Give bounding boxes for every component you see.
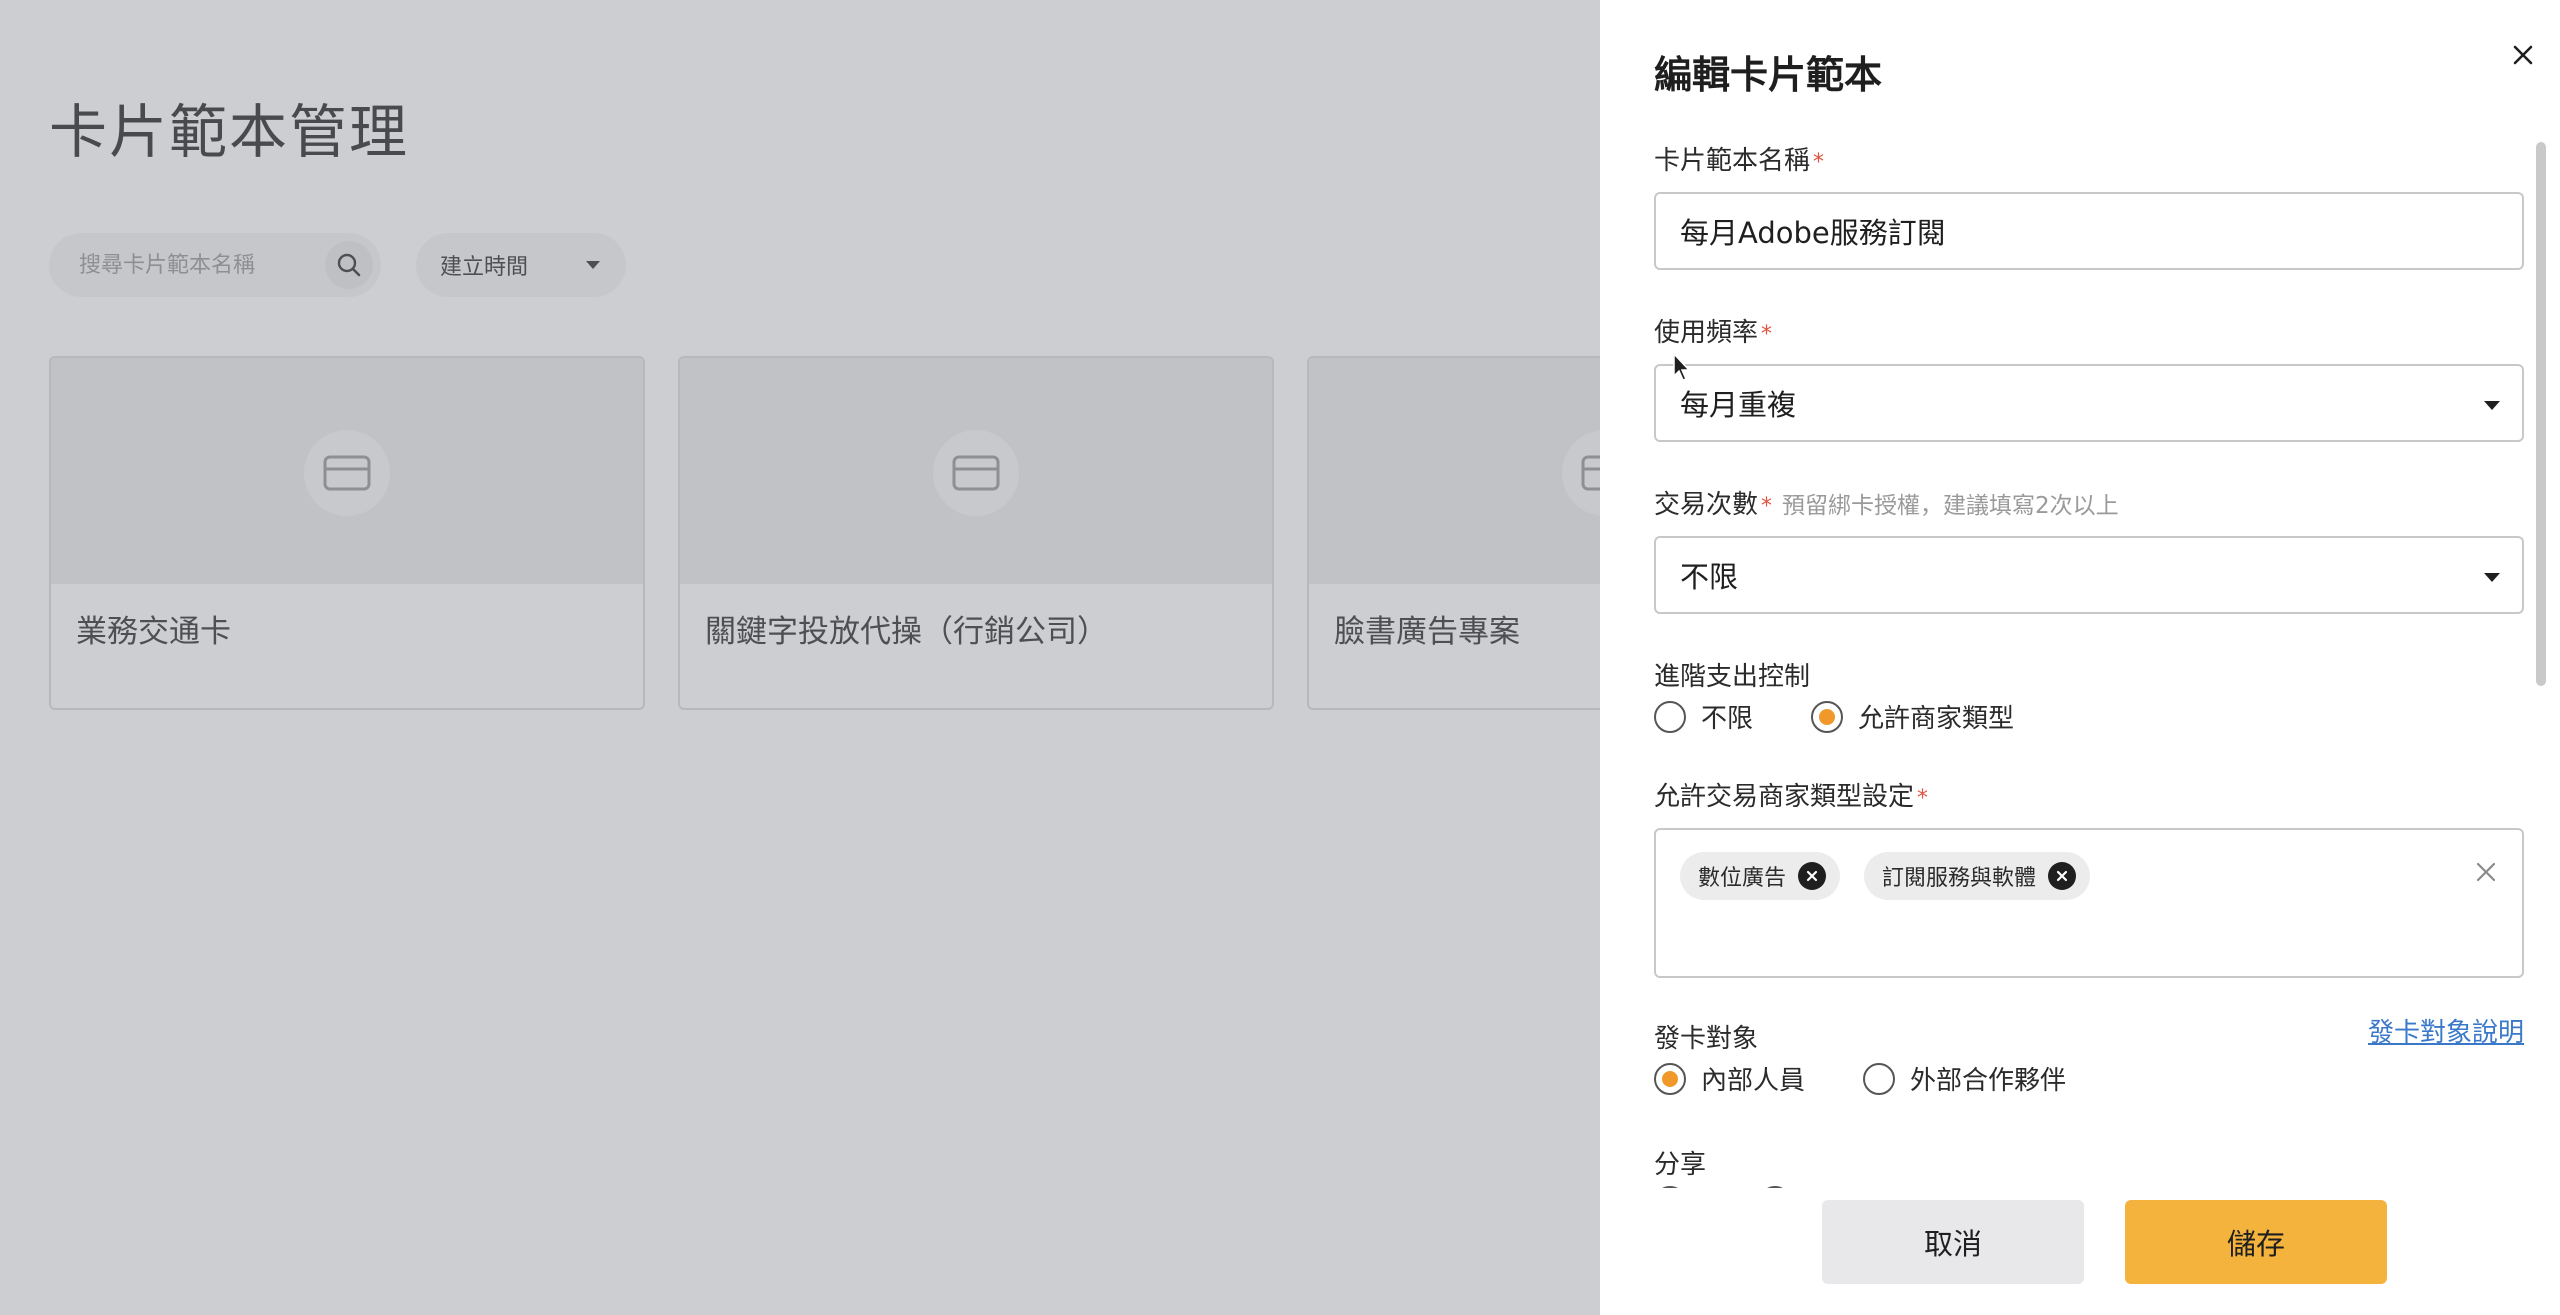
merchant-types-label-text: 允許交易商家類型設定 [1654, 782, 1915, 812]
form-scroll-area[interactable]: 卡片範本名稱 * 每月Adobe服務訂閱 使用頻率 * 每月重複 交易次數 * … [1654, 130, 2526, 1188]
transactions-label: 交易次數 * 預留綁卡授權，建議填寫2次以上 [1654, 484, 2524, 521]
radio-circle[interactable] [1654, 700, 1686, 733]
transactions-field: 交易次數 * 預留綁卡授權，建議填寫2次以上 不限 [1654, 484, 2524, 614]
edit-template-drawer: 編輯卡片範本 卡片範本名稱 * 每月Adobe服務訂閱 使用頻率 * 每月重複 [1600, 0, 2560, 1315]
radio-label: 外部合作夥伴 [1910, 1066, 2067, 1096]
remove-tag-icon[interactable] [2048, 862, 2077, 890]
tag-chip: 訂閱服務與軟體 [1864, 852, 2091, 900]
radio-dot [1819, 708, 1836, 725]
radio-option-external[interactable]: 外部合作夥伴 [1863, 1060, 2066, 1097]
advanced-control-radios: 不限 允許商家類型 [1654, 698, 2072, 735]
save-button[interactable]: 儲存 [2125, 1200, 2387, 1284]
frequency-field: 使用頻率 * 每月重複 [1654, 312, 2524, 442]
required-mark: * [1761, 494, 1773, 519]
radio-circle[interactable] [1863, 1062, 1896, 1095]
issue-target-field: 發卡對象 發卡對象說明 內部人員 外部合作夥伴 [1654, 1018, 2524, 1096]
required-mark: * [1761, 322, 1773, 347]
radio-circle-checked[interactable] [1811, 700, 1844, 733]
issue-target-help-link[interactable]: 發卡對象說明 [2368, 1012, 2524, 1049]
drawer-footer: 取消 儲存 [1600, 1188, 2560, 1315]
frequency-label: 使用頻率 * [1654, 312, 2524, 349]
mouse-cursor-icon [1673, 352, 1691, 381]
merchant-types-multiselect[interactable]: 數位廣告 訂閱服務與軟體 [1654, 828, 2524, 978]
transactions-select[interactable]: 不限 [1654, 536, 2524, 614]
radio-option-unlimited[interactable]: 不限 [1654, 698, 1753, 735]
tag-label: 訂閱服務與軟體 [1882, 866, 2037, 891]
caret-down-icon [2484, 401, 2500, 410]
radio-option-internal[interactable]: 內部人員 [1654, 1060, 1805, 1097]
frequency-select[interactable]: 每月重複 [1654, 364, 2524, 442]
clear-all-icon[interactable] [2474, 860, 2498, 884]
radio-dot [1662, 1070, 1678, 1087]
required-mark: * [1917, 786, 1929, 811]
drawer-title: 編輯卡片範本 [1654, 53, 1883, 97]
name-input[interactable]: 每月Adobe服務訂閱 [1654, 192, 2524, 270]
share-field: 分享 [1654, 1144, 2524, 1188]
scrollbar-thumb[interactable] [2536, 142, 2546, 686]
transactions-hint: 預留綁卡授權，建議填寫2次以上 [1782, 493, 2119, 519]
share-label: 分享 [1654, 1150, 1707, 1180]
radio-label: 允許商家類型 [1858, 704, 2015, 734]
merchant-types-label: 允許交易商家類型設定 * [1654, 776, 2524, 813]
tag-label: 數位廣告 [1698, 866, 1787, 891]
transactions-value: 不限 [1680, 560, 1739, 594]
radio-label: 不限 [1701, 704, 1754, 734]
cancel-button[interactable]: 取消 [1822, 1200, 2084, 1284]
frequency-label-text: 使用頻率 [1654, 318, 1759, 348]
close-button[interactable] [2506, 38, 2540, 72]
radio-label: 內部人員 [1701, 1066, 1806, 1096]
tag-chip: 數位廣告 [1680, 852, 1841, 900]
radio-option-merchant-types[interactable]: 允許商家類型 [1811, 698, 2014, 735]
name-field: 卡片範本名稱 * 每月Adobe服務訂閱 [1654, 140, 2524, 270]
caret-down-icon [2484, 573, 2500, 582]
name-label-text: 卡片範本名稱 [1654, 146, 1811, 176]
name-label: 卡片範本名稱 * [1654, 140, 2524, 177]
transactions-label-text: 交易次數 [1654, 490, 1759, 520]
advanced-control-label: 進階支出控制 [1654, 662, 1811, 692]
required-mark: * [1813, 150, 1825, 175]
merchant-types-field: 允許交易商家類型設定 * 數位廣告 訂閱服務與軟體 [1654, 776, 2524, 978]
advanced-control-field: 進階支出控制 不限 允許商家類型 [1654, 656, 2524, 734]
issue-target-radios: 內部人員 外部合作夥伴 [1654, 1060, 2124, 1097]
remove-tag-icon[interactable] [1798, 862, 1827, 890]
frequency-value: 每月重複 [1680, 388, 1797, 422]
close-icon [2513, 45, 2533, 65]
radio-circle-checked[interactable] [1654, 1062, 1686, 1095]
